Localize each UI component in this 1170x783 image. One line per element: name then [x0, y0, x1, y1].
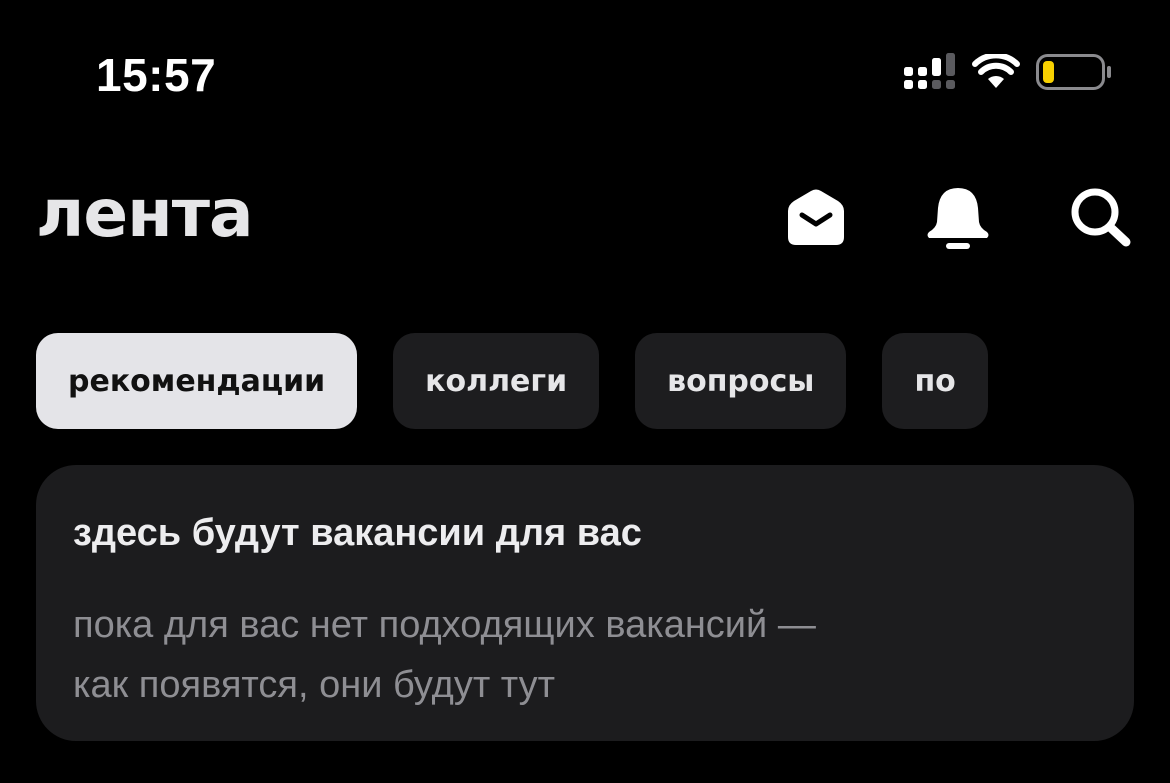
status-icons — [904, 52, 1112, 95]
tab-recommendations[interactable]: рекомендации — [36, 333, 358, 429]
card-description-line-2: как появятся, они будут тут — [73, 664, 556, 706]
notifications-button[interactable] — [924, 185, 992, 253]
feed-tabs: рекомендации коллеги вопросы по — [36, 333, 988, 429]
messages-button[interactable] — [782, 185, 850, 253]
vacancies-empty-card: здесь будут вакансии для вас пока для ва… — [36, 465, 1134, 741]
card-title: здесь будут вакансии для вас — [73, 512, 642, 554]
tab-colleagues[interactable]: коллеги — [393, 333, 600, 429]
search-icon — [1068, 185, 1132, 253]
status-time: 15:57 — [96, 49, 217, 101]
tab-questions[interactable]: вопросы — [635, 333, 847, 429]
card-description: пока для вас нет подходящих вакансий — к… — [73, 595, 1098, 715]
status-bar: 15:57 — [0, 0, 1170, 150]
header-actions — [782, 184, 1134, 254]
card-description-line-1: пока для вас нет подходящих вакансий — — [73, 604, 816, 646]
page-title: лента — [36, 175, 253, 252]
messages-icon — [784, 185, 848, 253]
search-button[interactable] — [1066, 185, 1134, 253]
wifi-icon — [972, 52, 1020, 94]
tab-partial[interactable]: по — [882, 333, 988, 429]
bell-icon — [925, 184, 991, 254]
battery-low-icon — [1036, 53, 1112, 95]
cellular-signal-icon — [904, 53, 956, 95]
